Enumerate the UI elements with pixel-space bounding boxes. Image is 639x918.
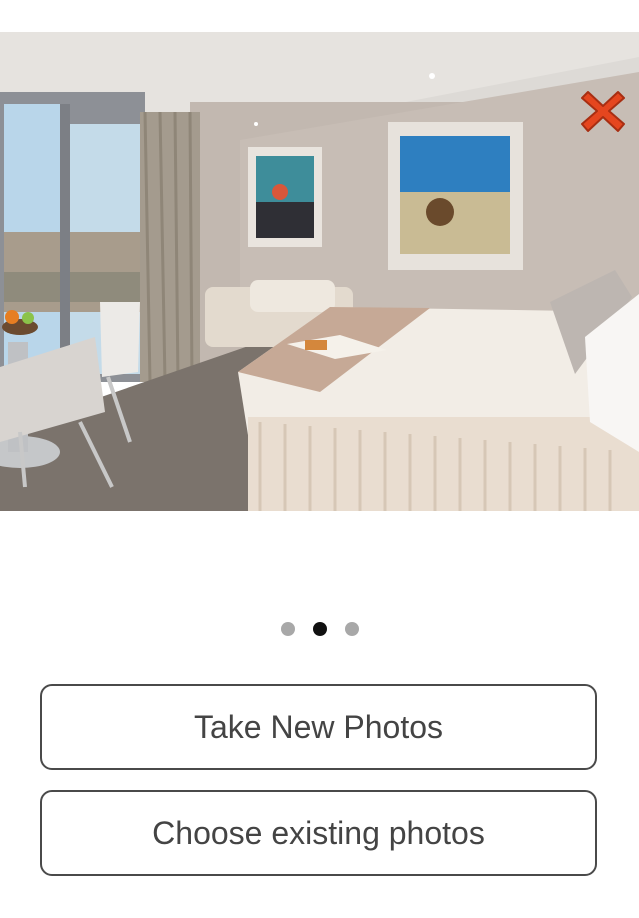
take-new-photos-button[interactable]: Take New Photos <box>40 684 597 770</box>
take-new-photos-label: Take New Photos <box>193 708 443 745</box>
choose-existing-photos-button[interactable]: Choose existing photos <box>40 790 597 876</box>
choose-existing-photos-label: Choose existing photos <box>152 814 485 851</box>
page-dot-2-active[interactable] <box>312 622 327 636</box>
close-icon <box>581 91 625 132</box>
close-button[interactable] <box>578 86 628 136</box>
photo-picker-screen: Take New Photos Choose existing photos <box>0 0 639 918</box>
page-dot-1[interactable] <box>280 622 295 636</box>
room-photo[interactable] <box>0 32 639 511</box>
page-indicator <box>0 622 639 638</box>
page-dot-3[interactable] <box>344 622 359 636</box>
